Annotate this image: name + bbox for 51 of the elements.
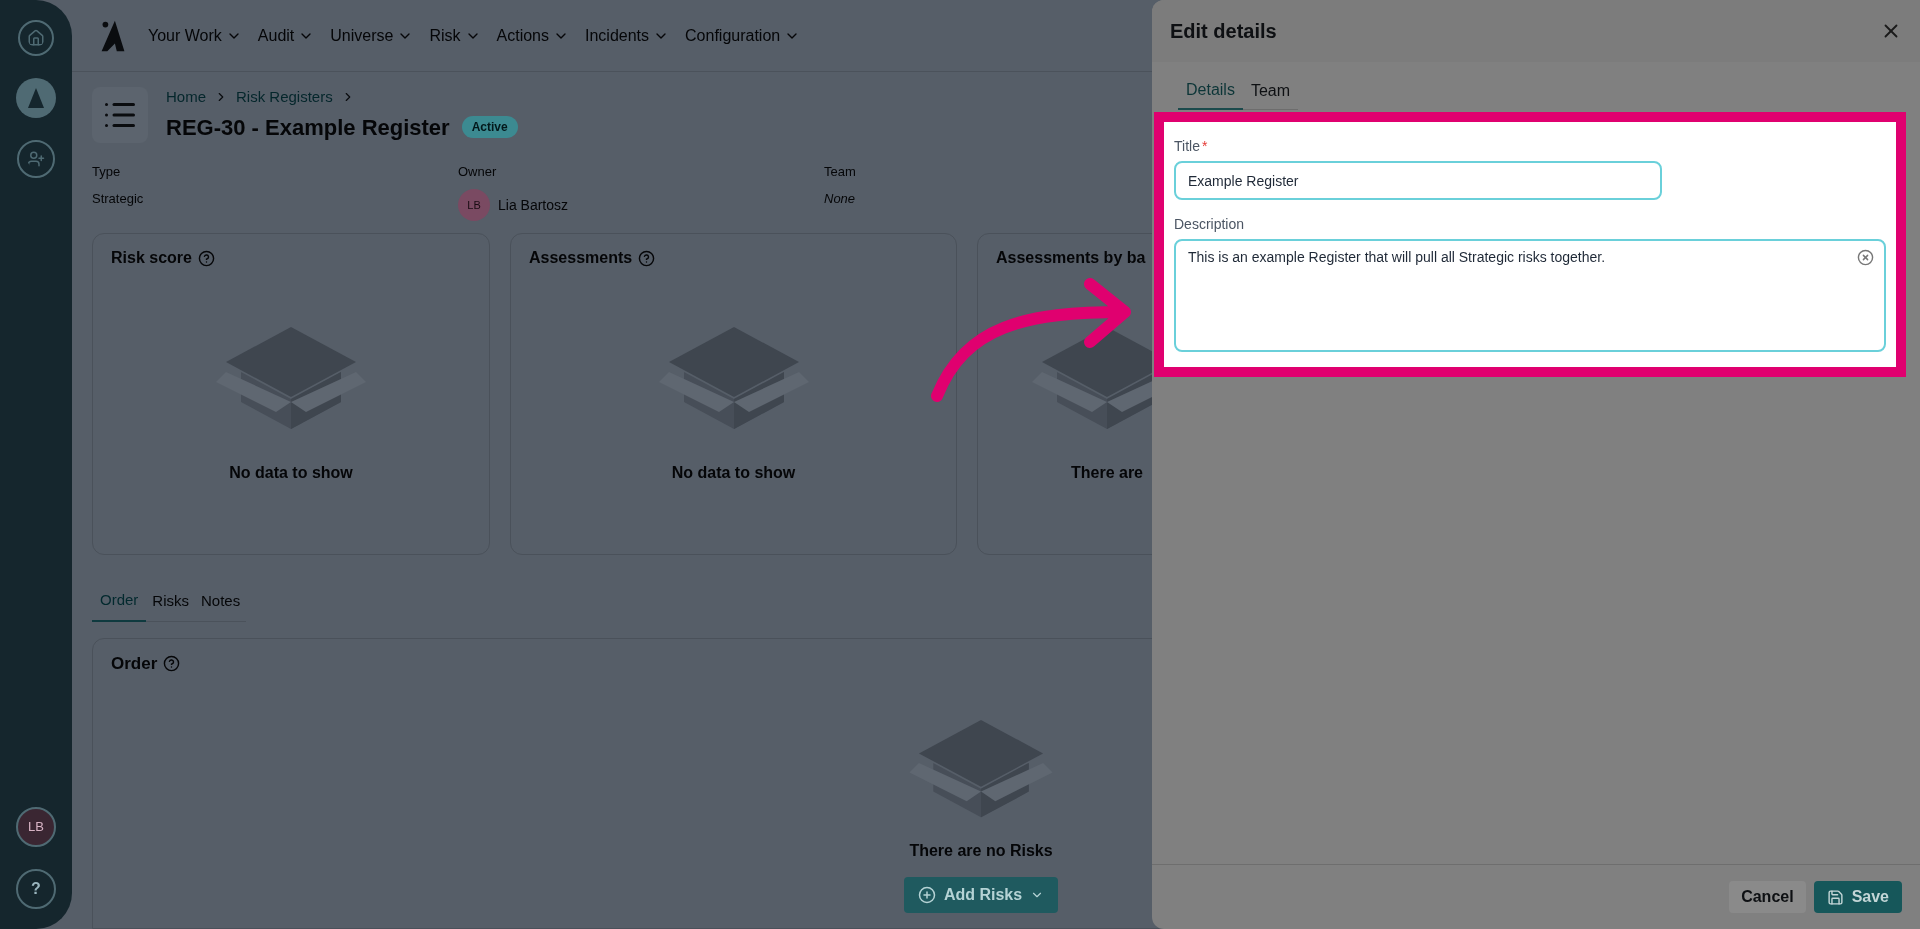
save-button[interactable]: Save [1813,881,1902,913]
nav-menu[interactable]: Your Work [148,23,242,48]
page-title: REG-30 - Example Register [166,113,450,142]
empty-message: No data to show [229,463,353,483]
field-label: Owner [458,162,498,181]
tab[interactable]: Notes [195,589,247,622]
help-button[interactable]: ? [16,869,56,909]
clear-icon[interactable] [1857,249,1874,266]
card-title: Order [111,652,158,675]
field-label: Title [1174,137,1200,156]
user-avatar[interactable]: LB [16,807,56,847]
nav-menu[interactable]: Audit [257,23,315,48]
field-label: Description [1174,215,1246,234]
tab[interactable]: Order [92,589,147,622]
breadcrumb-link[interactable]: Home [166,86,206,109]
card-title: Risk score [111,248,192,268]
owner-avatar: LB [458,189,490,221]
description-field[interactable]: This is an example Register that will pull all Strategic risks together. [1174,239,1886,352]
empty-message: No data to show [671,463,796,483]
nav-menu[interactable]: Configuration [685,23,801,48]
plus-icon [917,886,936,904]
nav-menu[interactable]: Universe [330,23,414,48]
breadcrumb-link[interactable]: Risk Registers [236,86,333,109]
help-icon[interactable] [197,249,215,267]
field-label: Team [824,162,857,181]
save-icon [1826,888,1844,906]
title-field[interactable]: Example Register [1174,161,1662,200]
nav-menu[interactable]: Risk [429,23,481,48]
user-add-icon[interactable] [17,140,55,178]
tab[interactable]: Details [1178,78,1243,110]
nav-menu[interactable]: Actions [496,23,569,48]
field-value: Lia Bartosz [498,195,569,215]
field-label: Type [92,162,122,181]
card-title: Assessments by ba [996,248,1146,268]
empty-message: There are no Risks [909,841,1053,861]
required-mark: * [1201,137,1208,156]
tab[interactable]: Risks [146,589,195,622]
field-value: None [824,190,857,208]
panel-title: Edit details [1170,19,1277,44]
card-title: Assessments [529,248,633,268]
nav-menu[interactable]: Incidents [585,23,670,48]
help-icon[interactable] [638,249,656,267]
home-icon[interactable] [18,20,54,56]
status-badge: Active [461,116,518,138]
field-value: Strategic [92,190,145,208]
empty-message: There are [1070,463,1143,483]
cancel-button[interactable]: Cancel [1729,881,1806,913]
add-risks-button[interactable]: Add Risks [903,877,1059,913]
logo-icon[interactable] [16,78,56,118]
help-icon[interactable] [163,654,181,672]
tab[interactable]: Team [1242,78,1299,110]
